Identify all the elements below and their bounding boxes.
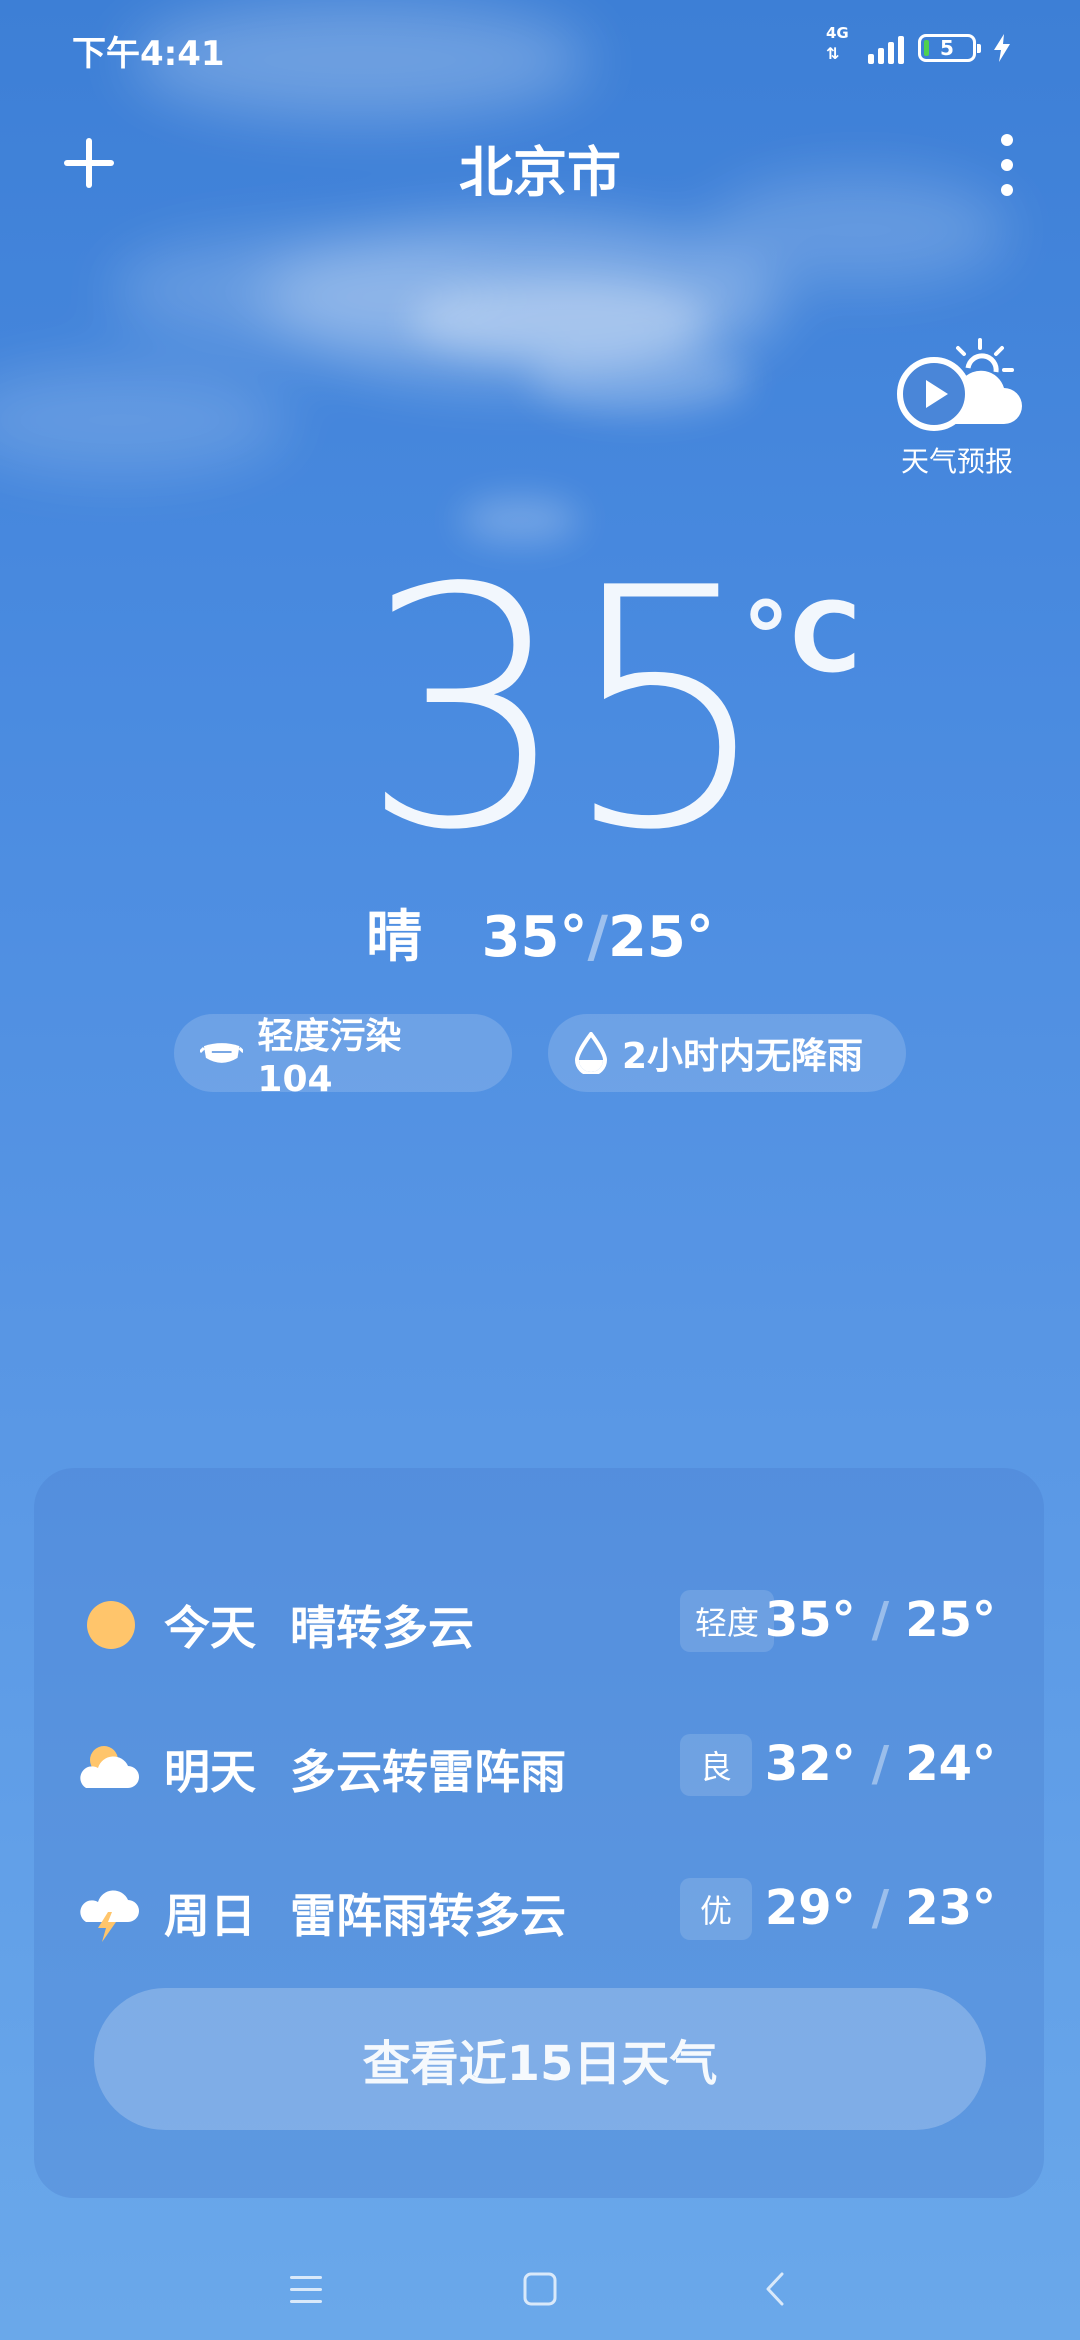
data-arrows-icon: ⇅ <box>826 44 839 63</box>
forecast-row[interactable]: 今天 晴转多云 轻度 35° / 25° <box>34 1578 1044 1668</box>
current-condition-line: 晴 35°/25° <box>0 892 1080 973</box>
forecast-day: 周日 <box>164 1889 256 1943</box>
status-icons: 4G ⇅ 5 <box>824 24 1014 66</box>
forecast-temps: 29° / 23° <box>765 1880 996 1936</box>
forecast-high: 32° <box>764 1736 856 1792</box>
status-time: 下午4:41 <box>72 34 225 74</box>
forecast-aqi-badge: 优 <box>680 1878 752 1940</box>
raindrop-icon <box>574 1032 608 1074</box>
forecast-video-label: 天气预报 <box>900 445 1013 478</box>
air-quality-chip[interactable]: 轻度污染 104 <box>174 1014 512 1100</box>
back-icon[interactable] <box>746 2260 806 2320</box>
rain-forecast-text: 2小时内无降雨 <box>622 1036 864 1077</box>
forecast-aqi-badge: 良 <box>680 1734 752 1796</box>
navigation-bar <box>0 2240 1080 2340</box>
forecast-low: 25° <box>905 1592 996 1648</box>
temp-separator: / <box>871 1880 890 1936</box>
forecast-condition: 晴转多云 <box>290 1601 474 1655</box>
weather-forecast-video-button[interactable]: 天气预报 <box>892 336 1022 486</box>
today-high: 35° <box>481 905 588 970</box>
view-15-day-forecast-button[interactable]: 查看近15日天气 <box>94 1988 986 2130</box>
temperature-unit: °C <box>742 582 861 694</box>
charging-icon <box>994 34 1010 62</box>
mask-icon <box>200 1043 244 1063</box>
forecast-low: 24° <box>905 1736 996 1792</box>
current-condition: 晴 <box>366 905 423 970</box>
network-type: 4G ⇅ <box>824 24 854 66</box>
menu-icon[interactable] <box>276 2260 336 2320</box>
sun-icon <box>87 1601 135 1649</box>
current-temperature: 35 <box>360 518 772 902</box>
rain-forecast-chip[interactable]: 2小时内无降雨 <box>548 1014 906 1092</box>
signal-icon <box>868 32 904 64</box>
forecast-condition: 多云转雷阵雨 <box>290 1745 566 1799</box>
forecast-high: 29° <box>764 1880 856 1936</box>
forecast-temps: 32° / 24° <box>765 1736 996 1792</box>
home-icon[interactable] <box>510 2260 570 2320</box>
battery-icon: 5 <box>918 34 981 62</box>
more-vert-icon[interactable] <box>982 130 1032 200</box>
app-header: 北京市 <box>0 120 1080 210</box>
forecast-day: 明天 <box>164 1745 256 1799</box>
air-quality-text: 轻度污染 104 <box>257 1015 402 1100</box>
forecast-card: 今天 晴转多云 轻度 35° / 25° 明天 多云转雷阵雨 良 32° / 24° 周… <box>34 1468 1044 2198</box>
thunderstorm-icon <box>80 1890 139 1942</box>
temp-separator: / <box>871 1736 890 1792</box>
forecast-high: 35° <box>764 1592 856 1648</box>
forecast-condition: 雷阵雨转多云 <box>290 1889 566 1943</box>
status-bar: 下午4:41 4G ⇅ 5 <box>0 0 1080 100</box>
forecast-row[interactable]: 明天 多云转雷阵雨 良 32° / 24° <box>34 1722 1044 1812</box>
battery-level: 5 <box>940 36 954 60</box>
partly-cloudy-icon <box>80 1746 139 1788</box>
high-low-separator: / <box>587 905 608 970</box>
forecast-row[interactable]: 周日 雷阵雨转多云 优 29° / 23° <box>34 1866 1044 1956</box>
forecast-low: 23° <box>905 1880 996 1936</box>
forecast-day: 今天 <box>164 1601 256 1655</box>
forecast-aqi-badge: 轻度 <box>680 1590 774 1652</box>
temp-separator: / <box>871 1592 890 1648</box>
network-label: 4G <box>826 24 849 42</box>
today-low: 25° <box>607 905 714 970</box>
play-cloud-icon <box>897 338 1022 431</box>
forecast-temps: 35° / 25° <box>765 1592 996 1648</box>
city-title[interactable]: 北京市 <box>0 128 1080 207</box>
